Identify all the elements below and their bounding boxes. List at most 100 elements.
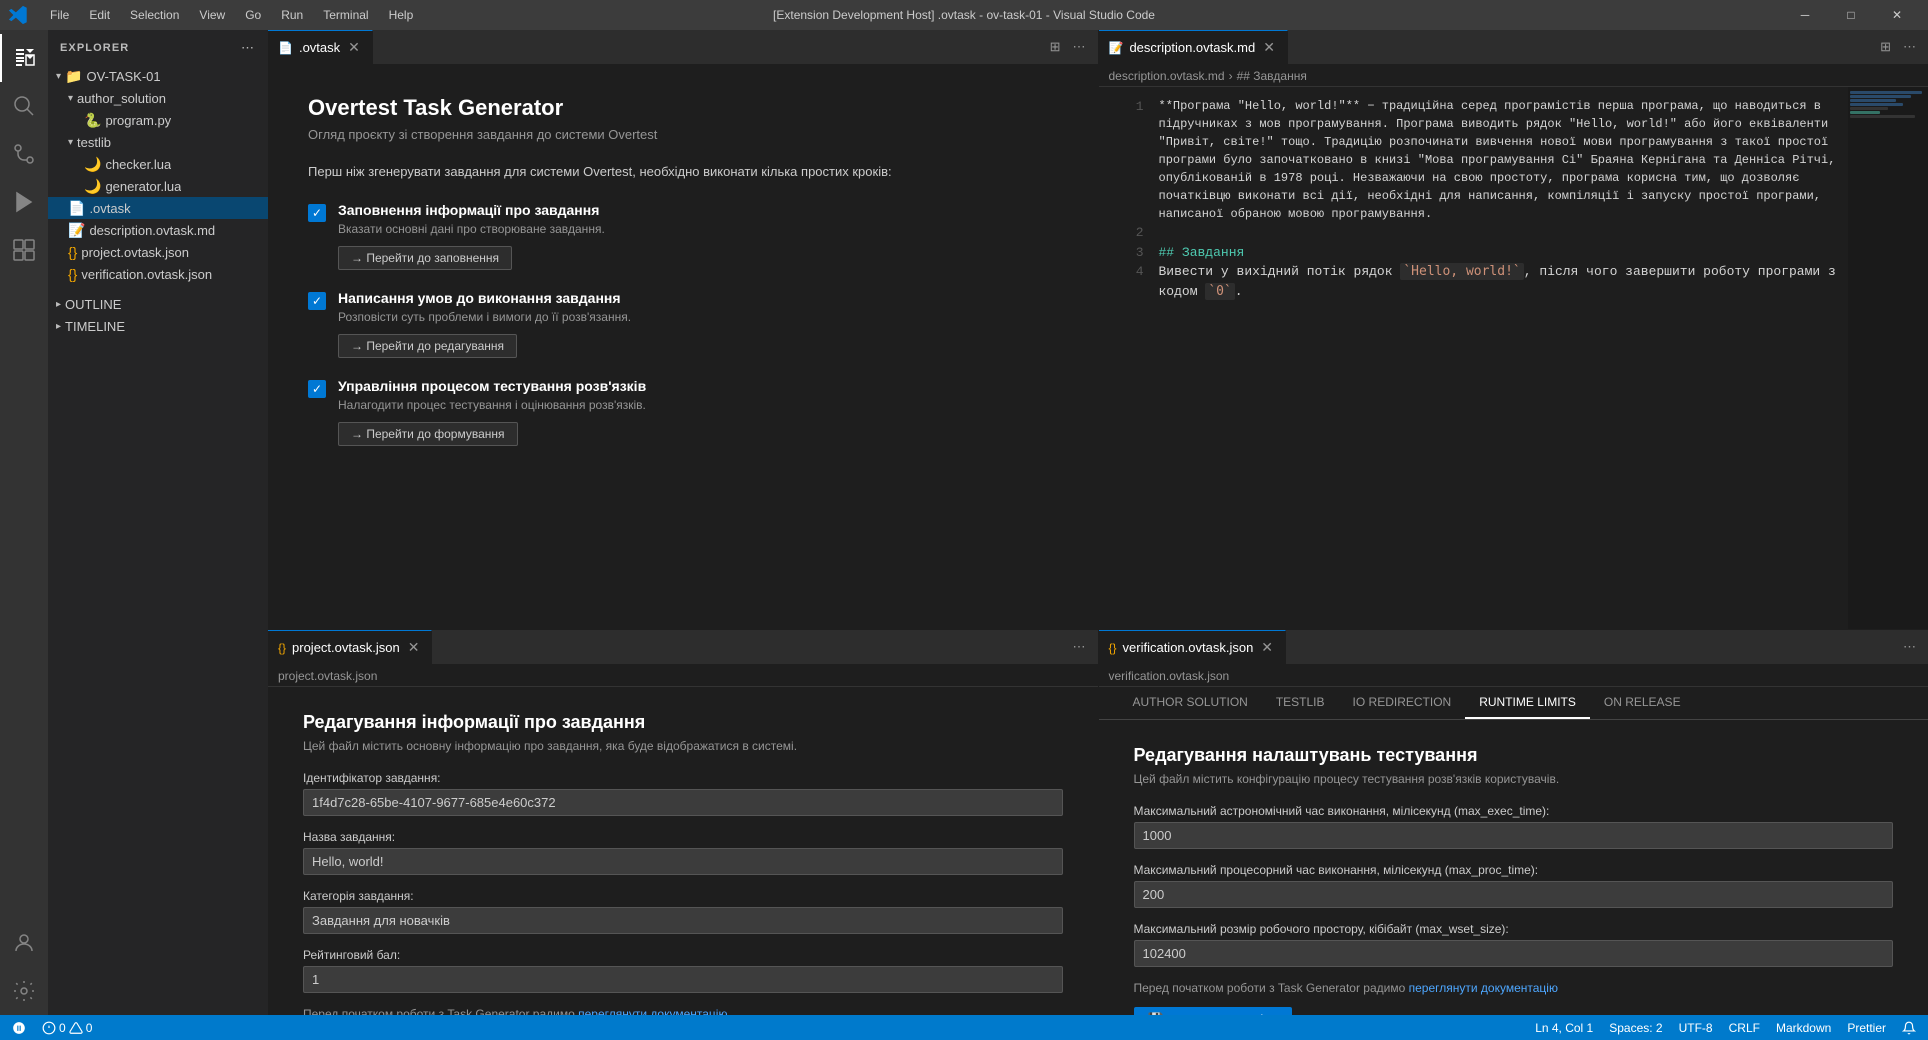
- split-editor-icon2[interactable]: ⊞: [1876, 37, 1895, 57]
- apply-verif-button[interactable]: 💾 Застосувати зміни: [1134, 1007, 1292, 1015]
- sidebar: EXPLORER ⋯ ▾ 📁 OV-TASK-01 ▾ author_solut…: [48, 30, 268, 1015]
- step-3-button[interactable]: → Перейти до формування: [338, 422, 518, 446]
- status-language[interactable]: Markdown: [1772, 1021, 1835, 1035]
- tree-generator-lua[interactable]: 🌙 generator.lua: [48, 175, 268, 197]
- project-form: Редагування інформації про завдання Цей …: [268, 687, 1098, 1015]
- outline-label: OUTLINE: [65, 297, 121, 312]
- label-max-wset: Максимальний розмір робочого простору, к…: [1134, 922, 1894, 936]
- close-tab-project[interactable]: ✕: [406, 639, 422, 656]
- menu-run[interactable]: Run: [271, 4, 313, 26]
- close-button[interactable]: ✕: [1874, 0, 1920, 30]
- input-max-exec[interactable]: [1134, 822, 1894, 849]
- chevron-right-icon: ▸: [56, 299, 61, 310]
- menu-terminal[interactable]: Terminal: [313, 4, 378, 26]
- status-right: Ln 4, Col 1 Spaces: 2 UTF-8 CRLF Markdow…: [1531, 1021, 1920, 1035]
- status-errors[interactable]: 0 0: [38, 1021, 96, 1035]
- chevron-down-icon: ▾: [68, 93, 73, 104]
- activity-run-icon[interactable]: [0, 178, 48, 226]
- task-gen-title: Overtest Task Generator: [308, 95, 1058, 121]
- top-right-tabs: 📝 description.ovtask.md ✕ ⊞ ⋯: [1099, 30, 1928, 65]
- bottom-right-tabs: {} verification.ovtask.json ✕ ⋯: [1099, 630, 1928, 665]
- verif-tab-testlib[interactable]: TESTLIB: [1262, 687, 1339, 719]
- verif-form-title: Редагування налаштувань тестування: [1134, 745, 1894, 766]
- verif-tab-io[interactable]: IO REDIRECTION: [1339, 687, 1466, 719]
- more-actions-icon3[interactable]: ⋯: [1069, 637, 1090, 657]
- tree-description-md[interactable]: 📝 description.ovtask.md: [48, 219, 268, 241]
- menu-file[interactable]: File: [40, 4, 79, 26]
- status-remote[interactable]: [8, 1021, 30, 1035]
- project-form-title: Редагування інформації про завдання: [303, 712, 1063, 733]
- minimize-button[interactable]: ─: [1782, 0, 1828, 30]
- activity-bar: [0, 30, 48, 1015]
- activity-extensions-icon[interactable]: [0, 226, 48, 274]
- menu-go[interactable]: Go: [235, 4, 271, 26]
- md-tab-icon: 📝: [1109, 41, 1124, 55]
- menu-edit[interactable]: Edit: [79, 4, 120, 26]
- description-code-editor: 1 **Програма "Hello, world!"** − традиці…: [1099, 87, 1849, 629]
- split-editor-icon[interactable]: ⊞: [1046, 37, 1065, 57]
- field-max-proc: Максимальний процесорний час виконання, …: [1134, 863, 1894, 908]
- close-tab-ovtask[interactable]: ✕: [346, 39, 362, 56]
- status-encoding[interactable]: UTF-8: [1675, 1021, 1717, 1035]
- input-max-wset[interactable]: [1134, 940, 1894, 967]
- window-title: [Extension Development Host] .ovtask - o…: [773, 8, 1155, 22]
- verif-tab-runtime[interactable]: RUNTIME LIMITS: [1465, 687, 1590, 719]
- line-num-2: 2: [1109, 223, 1144, 243]
- verif-sub-tabs: AUTHOR SOLUTION TESTLIB IO REDIRECTION R…: [1099, 687, 1928, 720]
- code-line-2: 2: [1099, 223, 1849, 243]
- input-task-id[interactable]: [303, 789, 1063, 816]
- close-tab-verif[interactable]: ✕: [1259, 639, 1275, 656]
- activity-settings-icon[interactable]: [0, 967, 48, 1015]
- menu-selection[interactable]: Selection: [120, 4, 189, 26]
- tab-ovtask[interactable]: 📄 .ovtask ✕: [268, 30, 373, 65]
- step-1-content: Заповнення інформації про завдання Вказа…: [338, 202, 1058, 270]
- close-tab-desc[interactable]: ✕: [1261, 39, 1277, 56]
- tree-outline[interactable]: ▸ OUTLINE: [48, 293, 268, 315]
- input-task-rating[interactable]: [303, 966, 1063, 993]
- minimap-content: [1848, 87, 1928, 629]
- verif-tab-author[interactable]: AUTHOR SOLUTION: [1119, 687, 1262, 719]
- status-notifications[interactable]: [1898, 1021, 1920, 1035]
- verif-form-subtitle: Цей файл містить конфігурацію процесу те…: [1134, 772, 1894, 786]
- tree-root-folder[interactable]: ▾ 📁 OV-TASK-01: [48, 65, 268, 87]
- tree-ovtask[interactable]: 📄 .ovtask: [48, 197, 268, 219]
- menu-help[interactable]: Help: [379, 4, 424, 26]
- status-formatter[interactable]: Prettier: [1843, 1021, 1890, 1035]
- lua-file-icon2: 🌙: [84, 178, 101, 195]
- tree-testlib[interactable]: ▾ testlib: [48, 131, 268, 153]
- more-actions-icon[interactable]: ⋯: [1069, 37, 1090, 57]
- tree-program-py[interactable]: 🐍 program.py: [48, 109, 268, 131]
- more-actions-icon4[interactable]: ⋯: [1899, 637, 1920, 657]
- note-link-project[interactable]: переглянути документацію: [578, 1007, 727, 1015]
- activity-search-icon[interactable]: [0, 82, 48, 130]
- tree-checker-lua[interactable]: 🌙 checker.lua: [48, 153, 268, 175]
- more-actions-icon2[interactable]: ⋯: [1899, 37, 1920, 57]
- step-1-button[interactable]: → Перейти до заповнення: [338, 246, 512, 270]
- tab-verification-json[interactable]: {} verification.ovtask.json ✕: [1099, 630, 1287, 665]
- tab-actions-bottom-right: ⋯: [1891, 637, 1928, 657]
- status-eol[interactable]: CRLF: [1725, 1021, 1764, 1035]
- step-2-button[interactable]: → Перейти до редагування: [338, 334, 517, 358]
- json-file-icon2: {}: [68, 266, 77, 282]
- input-max-proc[interactable]: [1134, 881, 1894, 908]
- step-3-content: Управління процесом тестування розв'язкі…: [338, 378, 1058, 446]
- maximize-button[interactable]: □: [1828, 0, 1874, 30]
- new-file-icon[interactable]: ⋯: [239, 38, 256, 58]
- verif-tab-release[interactable]: ON RELEASE: [1590, 687, 1695, 719]
- tab-description-md[interactable]: 📝 description.ovtask.md ✕: [1099, 30, 1288, 65]
- menu-view[interactable]: View: [189, 4, 235, 26]
- ovtask-tab-icon: 📄: [278, 41, 293, 55]
- status-cursor[interactable]: Ln 4, Col 1: [1531, 1021, 1597, 1035]
- input-task-name[interactable]: [303, 848, 1063, 875]
- note-link-verif[interactable]: переглянути документацію: [1409, 981, 1558, 995]
- activity-accounts-icon[interactable]: [0, 919, 48, 967]
- input-task-category[interactable]: [303, 907, 1063, 934]
- activity-source-control-icon[interactable]: [0, 130, 48, 178]
- status-spaces[interactable]: Spaces: 2: [1605, 1021, 1666, 1035]
- tree-author-solution[interactable]: ▾ author_solution: [48, 87, 268, 109]
- tree-verification-json[interactable]: {} verification.ovtask.json: [48, 263, 268, 285]
- tab-project-json[interactable]: {} project.ovtask.json ✕: [268, 630, 432, 665]
- activity-explorer-icon[interactable]: [0, 34, 48, 82]
- tree-timeline[interactable]: ▸ TIMELINE: [48, 315, 268, 337]
- tree-project-json[interactable]: {} project.ovtask.json: [48, 241, 268, 263]
